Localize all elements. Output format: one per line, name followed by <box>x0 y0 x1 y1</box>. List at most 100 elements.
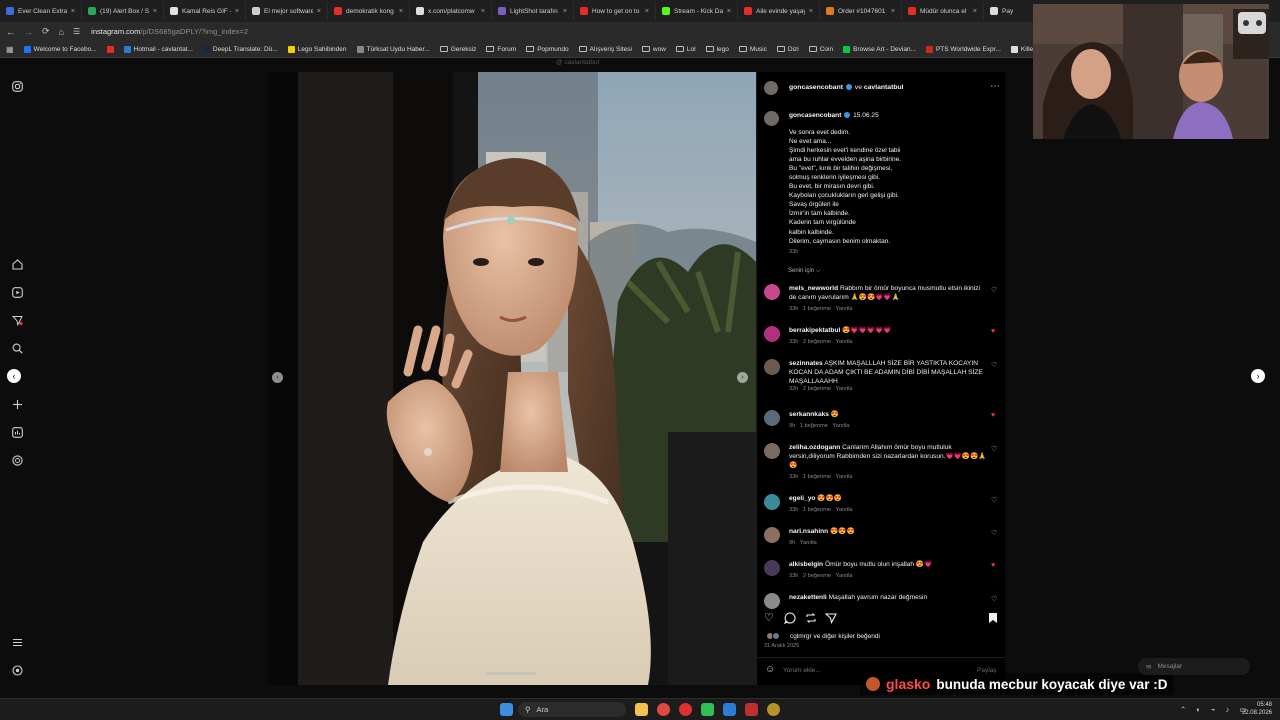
home-nav-icon[interactable] <box>11 258 24 271</box>
browser-tab[interactable]: Aile evinde yaşay × <box>738 2 820 20</box>
emoji-picker-icon[interactable]: ☺ <box>765 664 775 675</box>
previous-post-button[interactable]: ‹ <box>7 369 21 383</box>
tab-close-icon[interactable]: × <box>481 8 485 15</box>
comment-username[interactable]: nari.nsahinn <box>789 528 828 535</box>
comment-avatar[interactable] <box>764 443 780 459</box>
bookmark-item[interactable]: Welcome to Facebo... <box>23 45 97 53</box>
chrome-icon[interactable] <box>657 703 670 716</box>
browser-tab[interactable]: How to get on to × <box>574 2 656 20</box>
tab-close-icon[interactable]: × <box>71 8 75 15</box>
comment-avatar[interactable] <box>764 494 780 510</box>
comment-avatar[interactable] <box>764 326 780 342</box>
tab-close-icon[interactable]: × <box>235 8 239 15</box>
post-author-avatar[interactable] <box>764 81 778 95</box>
likes-summary[interactable]: cglmrgr ve diğer kişiler beğendi <box>790 632 880 641</box>
caption-author-name[interactable]: goncasencobant <box>789 112 841 119</box>
next-post-button[interactable]: › <box>1251 369 1265 383</box>
threads-icon[interactable] <box>11 664 24 677</box>
comment-username[interactable]: egeli_yo <box>789 495 815 502</box>
tab-close-icon[interactable]: × <box>727 8 731 15</box>
browser-tab[interactable]: x.com/platcomw × <box>410 2 492 20</box>
comment-username[interactable]: mels_newworld <box>789 285 838 292</box>
tab-close-icon[interactable]: × <box>891 8 895 15</box>
comment-username[interactable]: alkisbelgin <box>789 561 823 568</box>
bookmark-item[interactable]: Lol <box>675 46 696 53</box>
url-field[interactable]: instagram.com/p/DS685gaDPLY/?img_index=2 <box>91 27 248 36</box>
browser-tab[interactable]: El mejor software × <box>246 2 328 20</box>
repost-icon[interactable] <box>805 611 817 627</box>
bookmark-item[interactable]: PTS Worldwide Expr... <box>925 45 1001 53</box>
carousel-next-button[interactable]: › <box>737 372 748 383</box>
home-icon[interactable]: ⌂ <box>59 27 64 37</box>
comment-like-icon[interactable]: ♥ <box>991 412 995 419</box>
bookmark-item[interactable]: Music <box>738 46 767 53</box>
browser-tab[interactable]: Müdür olunca el × <box>902 2 984 20</box>
bookmark-item[interactable]: wow <box>641 46 666 53</box>
comment-meta[interactable]: 33h 1 beğenme Yanıtla <box>789 306 853 312</box>
comment-icon[interactable] <box>783 611 796 627</box>
bookmark-item[interactable]: Alışveriş Sitesi <box>578 46 632 53</box>
file-explorer-icon[interactable] <box>635 703 648 716</box>
site-info-icon[interactable]: ☰ <box>73 27 80 36</box>
apps-icon[interactable]: ▦ <box>6 45 14 54</box>
system-clock[interactable]: 05:48 22.08.2026 <box>1242 701 1272 717</box>
search-nav-icon[interactable] <box>11 342 24 355</box>
more-options-icon[interactable]: ⋯ <box>990 81 1001 92</box>
comment-username[interactable]: sezinnates <box>789 360 823 367</box>
comment-username[interactable]: serkannkaks <box>789 411 829 418</box>
app-icon[interactable] <box>767 703 780 716</box>
comment-meta[interactable]: 33h 1 beğenme Yanıtla <box>789 507 853 513</box>
app-icon[interactable] <box>745 703 758 716</box>
bookmark-item[interactable]: Coin <box>808 46 833 53</box>
bookmark-item[interactable]: Lego Sahibinden <box>287 45 347 53</box>
bookmark-item[interactable]: Forum <box>486 46 516 53</box>
comment-meta[interactable]: 32h 2 beğenme Yanıtla <box>789 386 853 392</box>
comment-like-icon[interactable]: ♡ <box>991 496 997 504</box>
tab-close-icon[interactable]: × <box>973 8 977 15</box>
tab-close-icon[interactable]: × <box>317 8 321 15</box>
tab-close-icon[interactable]: × <box>809 8 813 15</box>
comment-like-icon[interactable]: ♡ <box>991 361 997 369</box>
tab-close-icon[interactable]: × <box>645 8 649 15</box>
comment-meta[interactable]: 33h 1 beğenme Yanıtla <box>789 474 853 480</box>
comment-like-icon[interactable]: ♡ <box>991 445 997 453</box>
comment-username[interactable]: nezakettenli <box>789 594 827 601</box>
comment-avatar[interactable] <box>764 527 780 543</box>
browser-tab[interactable]: Kamal Reis GIF - F × <box>164 2 246 20</box>
comment-sort-dropdown[interactable]: Senin için ⌵ <box>788 268 820 275</box>
browser-tab[interactable]: Ever Clean Extra × <box>0 2 82 20</box>
bookmark-item[interactable]: DeepL Translate: Dü... <box>202 45 278 53</box>
comment-meta[interactable]: 33h 2 beğenme Yanıtla <box>789 573 853 579</box>
comment-like-icon[interactable]: ♥ <box>991 328 995 335</box>
app-icon[interactable] <box>723 703 736 716</box>
comment-meta[interactable]: 9h Yanıtla <box>789 540 817 546</box>
bookmark-item[interactable]: Türksat Uydu Haber... <box>356 45 430 53</box>
browser-tab[interactable]: Stream - Kick Da × <box>656 2 738 20</box>
dashboard-icon[interactable] <box>11 426 24 439</box>
direct-messages-icon[interactable] <box>11 314 24 327</box>
caption-author-avatar[interactable] <box>764 111 779 126</box>
tab-close-icon[interactable]: × <box>399 8 403 15</box>
post-author-name[interactable]: goncasencobant <box>789 84 843 91</box>
comment-avatar[interactable] <box>764 560 780 576</box>
comment-like-icon[interactable]: ♡ <box>991 529 997 537</box>
browser-tab[interactable]: LightShot tarafın × <box>492 2 574 20</box>
share-icon[interactable] <box>824 611 837 627</box>
comment-avatar[interactable] <box>764 284 780 300</box>
start-menu-icon[interactable] <box>500 703 513 716</box>
comment-like-icon[interactable]: ♡ <box>991 286 997 294</box>
bookmark-item[interactable] <box>106 45 114 53</box>
taskbar-search[interactable]: ⚲ Ara <box>518 702 626 717</box>
reload-icon[interactable]: ⟳ <box>42 26 50 37</box>
bookmark-item[interactable]: Dizi <box>776 46 799 53</box>
bookmark-item[interactable]: Hotmail - cavlantat... <box>123 45 193 53</box>
reels-icon[interactable] <box>11 286 24 299</box>
comment-avatar[interactable] <box>764 410 780 426</box>
comment-avatar[interactable] <box>764 593 780 609</box>
carousel-prev-button[interactable]: ‹ <box>272 372 283 383</box>
more-menu-icon[interactable] <box>11 636 24 649</box>
comment-username[interactable]: berrakipektatbul <box>789 327 840 334</box>
instagram-logo-icon[interactable] <box>11 80 24 93</box>
back-icon[interactable]: ← <box>6 27 15 37</box>
bookmark-item[interactable]: Gereksiz <box>439 46 476 53</box>
